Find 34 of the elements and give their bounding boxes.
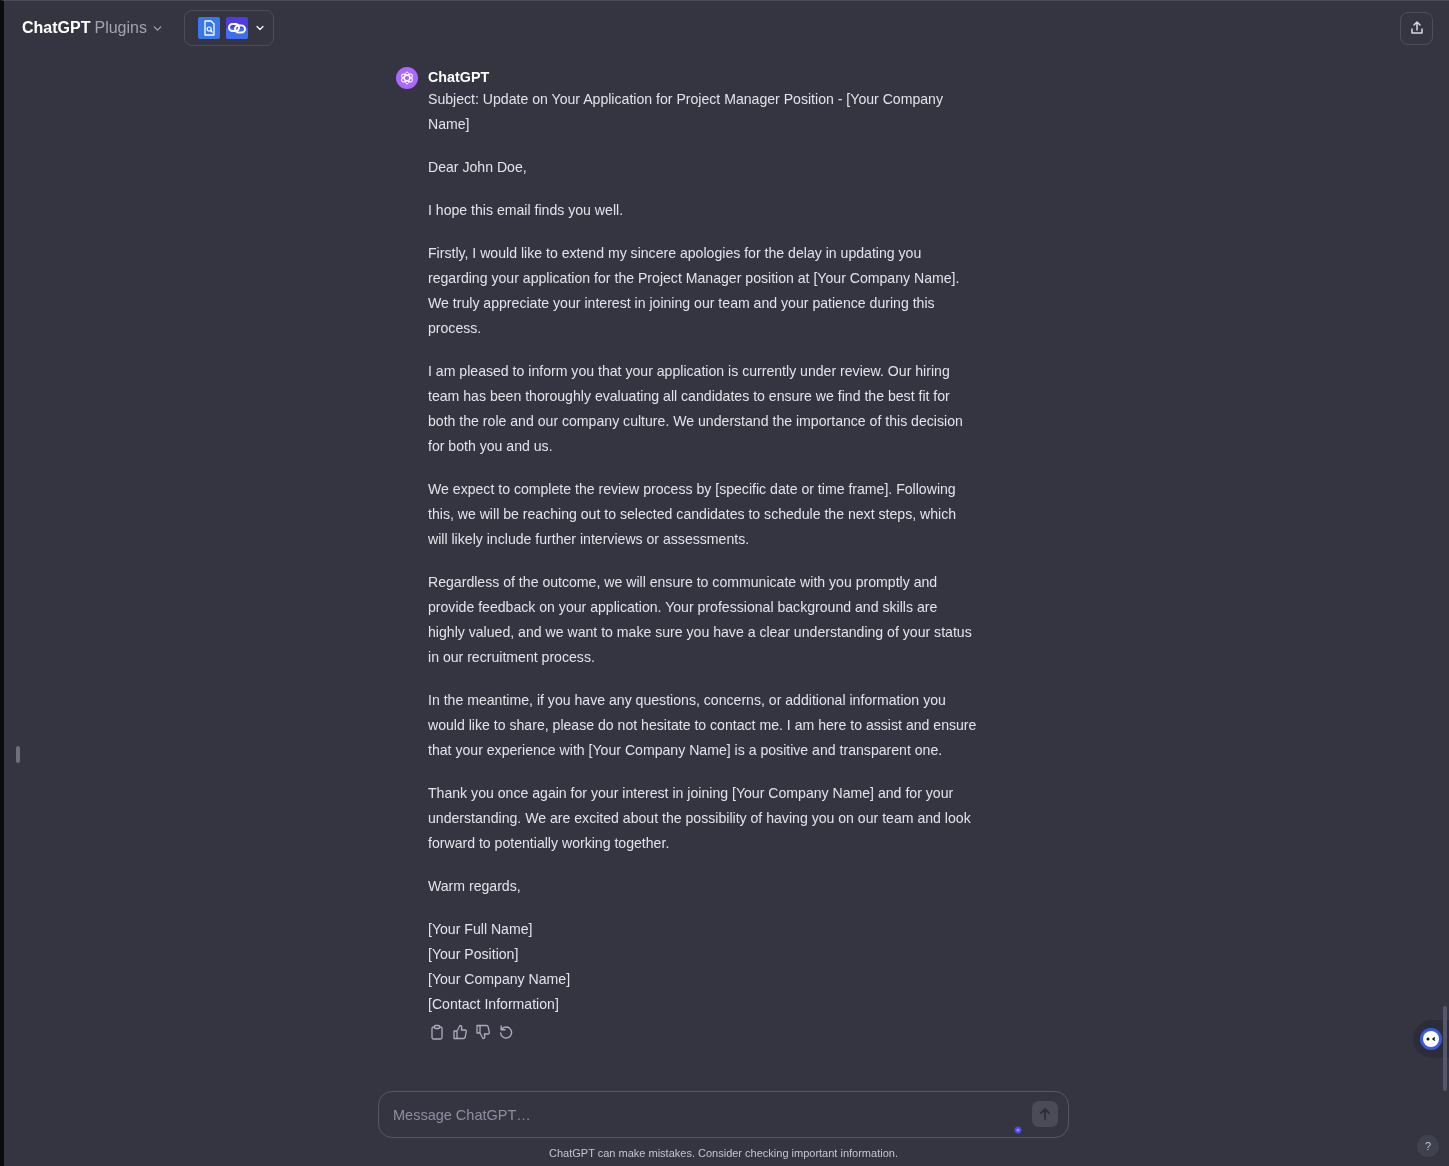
help-button[interactable]: ? — [1417, 1135, 1439, 1157]
author-name: ChatGPT — [428, 68, 491, 87]
message-field[interactable]: Message ChatGPT… — [378, 1091, 1069, 1138]
message-paragraph: We expect to complete the review process by [specific date or time frame]. Following this, we will be reaching out to selected candidates to schedule the next steps, which will likely include further interviews or assessments. — [428, 480, 958, 549]
signature-line: [Your Position] — [428, 945, 520, 964]
avatar-icon — [396, 67, 418, 89]
message-paragraph: Firstly, I would like to extend my sincere apologies for the delay in updating you regarding your application for the Project Manager position at [Your Company Name]. We truly appreciate your interest in joining our team and your patience during this process. — [428, 244, 961, 338]
plugin-selector-button[interactable] — [183, 10, 274, 46]
document-search-icon — [197, 17, 220, 39]
dot-icon[interactable] — [1014, 1126, 1022, 1134]
model-selector-button[interactable]: ChatGPT Plugins — [22, 19, 164, 37]
link-icon — [225, 17, 248, 39]
scrollbar[interactable] — [1443, 1006, 1447, 1091]
message-paragraph: Thank you once again for your interest in joining [Your Company Name] and for your understanding. We are excited about the possibility of having you on our team and look forward to potentially working together. — [428, 784, 972, 853]
arrow-up-icon — [1038, 1107, 1052, 1121]
message-paragraph: Warm regards, — [428, 877, 522, 896]
thumbs-down-icon[interactable] — [475, 1024, 491, 1040]
message-paragraph: I am pleased to inform you that your application is currently under review. Our hiring team has been thoroughly evaluating all candidates to ensure we find the best fit for both the role and our company culture. We understand the importance of this decision for both you and us. — [428, 362, 964, 456]
message-paragraph: Dear John Doe, — [428, 158, 528, 177]
disclaimer-text: ChatGPT can make mistakes. Consider checking important information. — [548, 1146, 899, 1160]
thumbs-up-icon[interactable] — [452, 1024, 468, 1040]
signature-line: [Your Company Name] — [428, 970, 572, 989]
refresh-icon[interactable] — [498, 1024, 514, 1040]
signature-line: [Your Full Name] — [428, 920, 534, 939]
message-paragraph: Regardless of the outcome, we will ensure to communicate with you promptly and provide feedback on your application. Your professional background and skills are highly valued, and we want to make sure you have a clear understanding of your status in our recruitment process. — [428, 573, 973, 667]
clipboard-icon[interactable] — [429, 1024, 445, 1040]
message-paragraph: Subject: Update on Your Application for Project Manager Position - [Your Company Name] — [428, 90, 944, 134]
signature-line: [Contact Information] — [428, 995, 560, 1014]
face-icon — [1420, 1028, 1442, 1050]
share-button[interactable] — [1400, 11, 1433, 45]
sidebar-toggle-handle[interactable] — [16, 746, 20, 763]
message-paragraph: I hope this email finds you well. — [428, 201, 625, 220]
message-paragraph: In the meantime, if you have any questions, concerns, or additional information you would like to share, please do not hesitate to contact me. I am here to assist and ensure that your experience with [Your Company Name] is a positive and transparent one. — [428, 691, 977, 760]
upload-icon — [1408, 20, 1425, 36]
